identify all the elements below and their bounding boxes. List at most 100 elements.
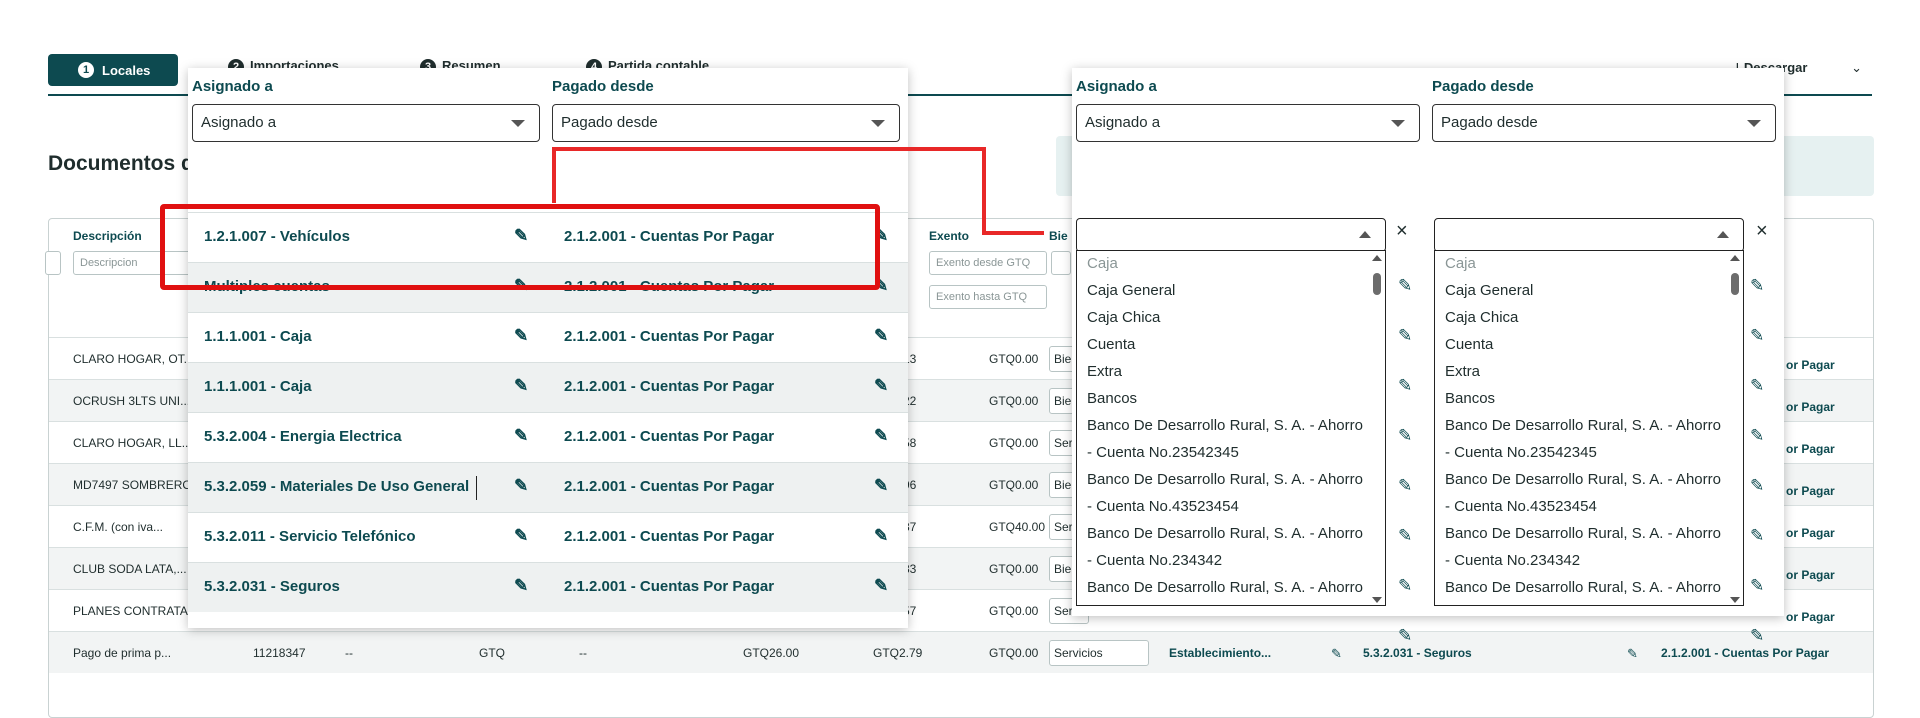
filter-input-stub[interactable] — [45, 251, 61, 275]
edit-asignado-icon[interactable]: ✎ — [514, 576, 528, 596]
cell-exento: GTQ0.00 — [989, 646, 1039, 660]
asignado-options-list[interactable]: Caja Caja General Caja Chica Cuenta Extra Ban… — [1076, 250, 1386, 606]
exento-hasta-input[interactable]: Exento hasta GTQ — [929, 285, 1047, 309]
asignado-search-input[interactable] — [1076, 218, 1386, 252]
edit-pagado-icon[interactable]: ✎ — [874, 426, 888, 446]
account-option[interactable]: - Cuenta No.43523454 — [1445, 498, 1597, 515]
account-option[interactable]: Banco De Desarrollo Rural, S. A. - Ahorr… — [1087, 579, 1363, 596]
pagado-options-list[interactable]: Caja Caja General Caja Chica Cuenta Extra Ban… — [1434, 250, 1744, 606]
table-row[interactable]: Pago de prima p... 11218347 -- GTQ -- GT… — [49, 631, 1873, 673]
cell-exento: GTQ0.00 — [989, 352, 1039, 366]
pagado-search-input[interactable] — [1434, 218, 1744, 252]
edit-icon[interactable]: ✎ — [1398, 276, 1412, 296]
edit-asignado-icon[interactable]: ✎ — [514, 526, 528, 546]
account-option[interactable]: Extra — [1087, 363, 1122, 380]
edit-icon[interactable]: ✎ — [1398, 376, 1412, 396]
edit-icon[interactable]: ✎ — [1398, 526, 1412, 546]
step-locales[interactable]: 1 Locales — [48, 54, 178, 86]
account-option[interactable]: Cuenta — [1087, 336, 1135, 353]
edit-asignado-icon[interactable]: ✎ — [514, 426, 528, 446]
edit-icon[interactable]: ✎ — [1750, 626, 1764, 646]
scroll-down-icon[interactable] — [1372, 597, 1382, 603]
account-row[interactable]: 5.3.2.059 - Materiales De Uso General ✎ 2.… — [188, 462, 908, 512]
caret-down-icon — [871, 120, 885, 127]
edit-asignado-icon[interactable]: ✎ — [514, 476, 528, 496]
edit-icon[interactable]: ✎ — [1750, 476, 1764, 496]
scroll-up-icon[interactable] — [1730, 255, 1740, 261]
account-option[interactable]: Banco De Desarrollo Rural, S. A. - Ahorr… — [1445, 417, 1721, 434]
edit-pagado-icon[interactable]: ✎ — [1627, 646, 1638, 662]
cell-pagado-partial: or Pagar — [1786, 526, 1835, 540]
account-row[interactable]: 5.3.2.011 - Servicio Telefónico ✎ 2.1.2.00… — [188, 512, 908, 562]
edit-icon[interactable]: ✎ — [1750, 326, 1764, 346]
edit-icon[interactable]: ✎ — [1750, 526, 1764, 546]
account-option[interactable]: Extra — [1445, 363, 1480, 380]
account-option[interactable]: - Cuenta No.234342 — [1087, 552, 1222, 569]
edit-icon[interactable]: ✎ — [1750, 276, 1764, 296]
edit-pagado-icon[interactable]: ✎ — [874, 526, 888, 546]
pagado-dropdown[interactable]: Pagado desde — [1432, 104, 1776, 142]
account-option[interactable]: - Cuenta No.43523454 — [1087, 498, 1239, 515]
bien-filter-input[interactable] — [1051, 251, 1071, 275]
scroll-up-icon[interactable] — [1372, 255, 1382, 261]
edit-pagado-icon[interactable]: ✎ — [874, 326, 888, 346]
edit-icon[interactable]: ✎ — [1398, 326, 1412, 346]
edit-pagado-icon[interactable]: ✎ — [874, 376, 888, 396]
account-option[interactable]: Banco De Desarrollo Rural, S. A. - Ahorr… — [1445, 525, 1721, 542]
account-option[interactable]: Caja General — [1445, 282, 1533, 299]
asignado-dropdown-value: Asignado a — [201, 114, 277, 131]
account-option[interactable]: Bancos — [1087, 390, 1137, 407]
accounts-panel-right: Asignado a Pagado desde Asignado a Pagad… — [1072, 68, 1784, 616]
account-option[interactable]: Caja — [1445, 255, 1476, 272]
account-option[interactable]: Caja Chica — [1445, 309, 1518, 326]
close-icon[interactable]: × — [1756, 220, 1768, 243]
account-option[interactable]: Caja General — [1087, 282, 1175, 299]
pagado-dropdown[interactable]: Pagado desde — [552, 104, 900, 142]
account-option[interactable]: - Cuenta No.23542345 — [1445, 444, 1597, 461]
account-option[interactable]: Banco De Desarrollo Rural, S. A. - Ahorr… — [1445, 471, 1721, 488]
edit-icon[interactable]: ✎ — [1398, 626, 1412, 646]
account-option[interactable]: Caja — [1087, 255, 1118, 272]
account-option[interactable]: Banco De Desarrollo Rural, S. A. - Ahorr… — [1445, 579, 1721, 596]
cell-pagado-partial: or Pagar — [1786, 358, 1835, 372]
scrollbar[interactable] — [1371, 255, 1383, 603]
tipo-select[interactable]: Servicios — [1049, 640, 1149, 666]
caret-down-icon — [511, 120, 525, 127]
edit-icon[interactable]: ✎ — [1750, 426, 1764, 446]
account-option[interactable]: - Cuenta No.234342 — [1445, 552, 1580, 569]
edit-icon[interactable]: ✎ — [1750, 576, 1764, 596]
close-icon[interactable]: × — [1396, 220, 1408, 243]
edit-pagado-icon[interactable]: ✎ — [874, 576, 888, 596]
account-option[interactable]: Bancos — [1445, 390, 1495, 407]
pagado-label: Pagado desde — [552, 78, 654, 95]
account-option[interactable]: Banco De Desarrollo Rural, S. A. - Ahorr… — [1087, 417, 1363, 434]
account-option[interactable]: Banco De Desarrollo Rural, S. A. - Ahorr… — [1087, 471, 1363, 488]
account-option[interactable]: Cuenta — [1445, 336, 1493, 353]
edit-pagado-icon[interactable]: ✎ — [874, 476, 888, 496]
edit-icon[interactable]: ✎ — [1398, 426, 1412, 446]
scroll-down-icon[interactable] — [1730, 597, 1740, 603]
edit-icon[interactable]: ✎ — [1398, 576, 1412, 596]
chevron-down-icon: ⌄ — [1851, 60, 1862, 75]
cell-exento: GTQ0.00 — [989, 604, 1039, 618]
scrollbar-thumb[interactable] — [1731, 273, 1739, 295]
cell-descripcion: C.F.M. (con iva... — [73, 520, 164, 534]
account-option[interactable]: Banco De Desarrollo Rural, S. A. - Ahorr… — [1087, 525, 1363, 542]
account-option[interactable]: Caja Chica — [1087, 309, 1160, 326]
tipo-value: Bie — [1054, 352, 1072, 366]
account-row[interactable]: 1.1.1.001 - Caja ✎ 2.1.2.001 - Cuentas Por… — [188, 362, 908, 412]
account-row[interactable]: 5.3.2.031 - Seguros ✎ 2.1.2.001 - Cuentas … — [188, 562, 908, 612]
asignado-dropdown[interactable]: Asignado a — [192, 104, 540, 142]
edit-icon[interactable]: ✎ — [1750, 376, 1764, 396]
account-row[interactable]: 5.3.2.004 - Energia Electrica ✎ 2.1.2.001 … — [188, 412, 908, 462]
edit-asignado-icon[interactable]: ✎ — [514, 326, 528, 346]
account-row[interactable]: 1.1.1.001 - Caja ✎ 2.1.2.001 - Cuentas Por… — [188, 312, 908, 362]
edit-asignado-icon[interactable]: ✎ — [1331, 646, 1342, 662]
scrollbar-thumb[interactable] — [1373, 273, 1381, 295]
edit-icon[interactable]: ✎ — [1398, 476, 1412, 496]
edit-asignado-icon[interactable]: ✎ — [514, 376, 528, 396]
asignado-dropdown[interactable]: Asignado a — [1076, 104, 1420, 142]
scrollbar[interactable] — [1729, 255, 1741, 603]
exento-desde-input[interactable]: Exento desde GTQ — [929, 251, 1047, 275]
account-option[interactable]: - Cuenta No.23542345 — [1087, 444, 1239, 461]
